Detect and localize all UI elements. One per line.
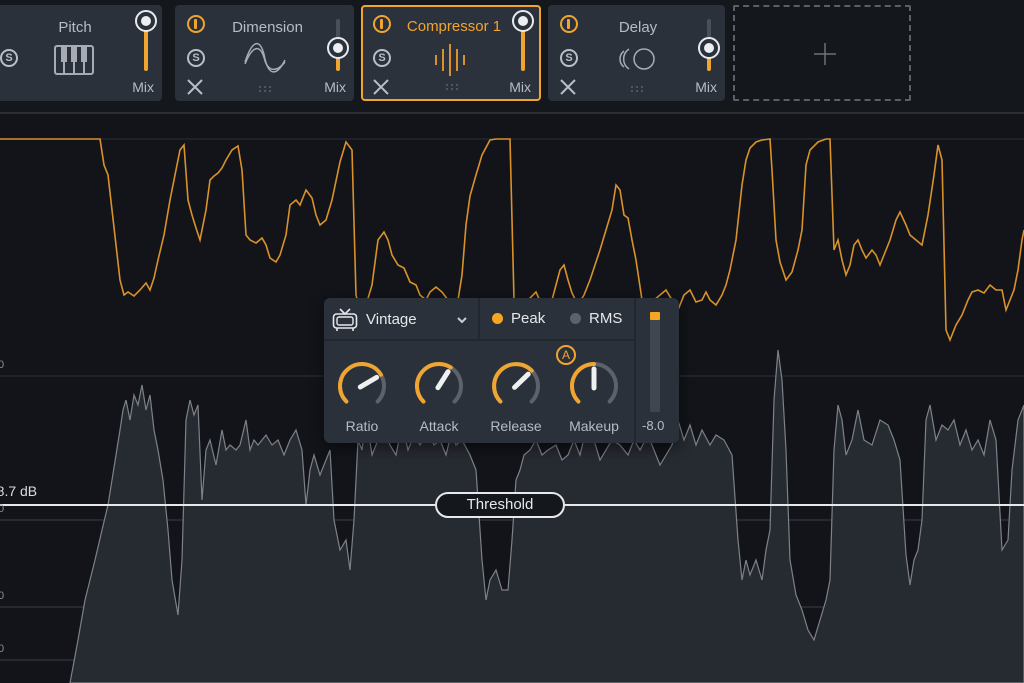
compressor-controls-panel: Vintage Peak RMS Ratio Attack Release Ma… (324, 298, 679, 443)
power-icon[interactable] (187, 15, 205, 33)
mix-slider[interactable] (512, 10, 534, 71)
module-title: Compressor 1 (406, 18, 502, 35)
divider (324, 339, 634, 341)
auto-makeup-toggle[interactable]: A (556, 345, 576, 365)
detection-rms-label: RMS (589, 310, 623, 327)
compressor-mode-label: Vintage (366, 311, 417, 328)
gain-reduction-readout: -8.0 (642, 418, 665, 433)
knob-dial-icon (492, 362, 540, 404)
threshold-readout: -8.7 dB (0, 483, 38, 499)
attack-knob[interactable]: Attack (409, 358, 469, 438)
radio-selected-icon (492, 313, 503, 324)
mix-label: Mix (509, 79, 531, 95)
add-module-slot[interactable] (733, 5, 911, 101)
power-icon[interactable] (373, 15, 391, 33)
knob-dial-icon (338, 362, 386, 404)
knob-value-arc (338, 362, 383, 404)
radio-unselected-icon (570, 313, 581, 324)
mix-label: Mix (695, 79, 717, 95)
y-tick-label: 0 (0, 503, 5, 515)
divider (634, 298, 636, 443)
module-compressor-1[interactable]: S Compressor 1 Mix (361, 5, 541, 101)
detection-peak-radio[interactable]: Peak (492, 310, 545, 327)
mix-slider[interactable] (698, 19, 720, 71)
y-tick-label: 0 (0, 359, 5, 371)
close-icon[interactable] (558, 77, 578, 97)
mix-slider-handle[interactable] (135, 10, 157, 32)
sine-wave-icon (244, 42, 286, 73)
y-tick-label: 0 (0, 590, 5, 602)
mix-label: Mix (324, 79, 346, 95)
gain-reduction-meter-fill (650, 312, 660, 320)
threshold-handle[interactable]: Threshold (435, 492, 565, 518)
release-knob[interactable]: Release (486, 358, 546, 438)
mix-slider-handle[interactable] (327, 37, 349, 59)
compressor-mode-dropdown[interactable]: Vintage (332, 306, 472, 334)
knob-label: Ratio (345, 418, 379, 434)
knob-pointer (357, 374, 380, 390)
close-icon[interactable] (371, 77, 391, 97)
detection-peak-label: Peak (511, 310, 546, 327)
knob-value-arc (492, 362, 534, 404)
knob-dial-icon (570, 362, 618, 404)
module-title: Delay (618, 19, 658, 36)
solo-button[interactable]: S (373, 49, 391, 67)
mix-slider-handle[interactable] (698, 37, 720, 59)
y-tick-label: 0 (0, 643, 5, 655)
compressor-bars-icon (435, 44, 465, 76)
knob-value-arc (415, 362, 453, 404)
grip-icon[interactable] (630, 85, 644, 93)
vintage-tv-icon (332, 308, 358, 331)
echo-circle-icon (619, 48, 655, 70)
grip-icon[interactable] (258, 85, 272, 93)
chevron-down-icon (457, 317, 467, 324)
module-dimension[interactable]: S Dimension Mix (175, 5, 354, 101)
knob-label: Attack (419, 418, 459, 434)
close-icon[interactable] (185, 77, 205, 97)
module-title: Pitch (58, 19, 92, 36)
makeup-knob[interactable]: Makeup (564, 358, 624, 438)
gain-reduction-meter (650, 312, 660, 412)
detection-rms-radio[interactable]: RMS (570, 310, 622, 327)
knob-label: Makeup (569, 418, 619, 434)
mix-slider[interactable] (327, 19, 349, 71)
module-delay[interactable]: S Delay Mix (548, 5, 725, 101)
mix-slider-handle[interactable] (512, 10, 534, 32)
divider (478, 298, 480, 340)
knob-pointer (435, 369, 451, 391)
knob-label: Release (490, 418, 542, 434)
solo-button[interactable]: S (560, 49, 578, 67)
ratio-knob[interactable]: Ratio (332, 358, 392, 438)
module-title: Dimension (232, 19, 303, 36)
solo-button[interactable]: S (187, 49, 205, 67)
grip-icon[interactable] (445, 83, 459, 91)
mix-label: Mix (132, 79, 154, 95)
mix-slider[interactable] (135, 10, 157, 71)
power-icon[interactable] (560, 15, 578, 33)
knob-value-arc (570, 362, 596, 404)
module-pitch[interactable]: S Pitch Mix (0, 5, 162, 101)
plus-icon (814, 43, 836, 65)
solo-button[interactable]: S (0, 49, 18, 67)
knob-dial-icon (415, 362, 463, 404)
knob-pointer (512, 371, 531, 390)
piano-keys-icon (54, 45, 94, 75)
